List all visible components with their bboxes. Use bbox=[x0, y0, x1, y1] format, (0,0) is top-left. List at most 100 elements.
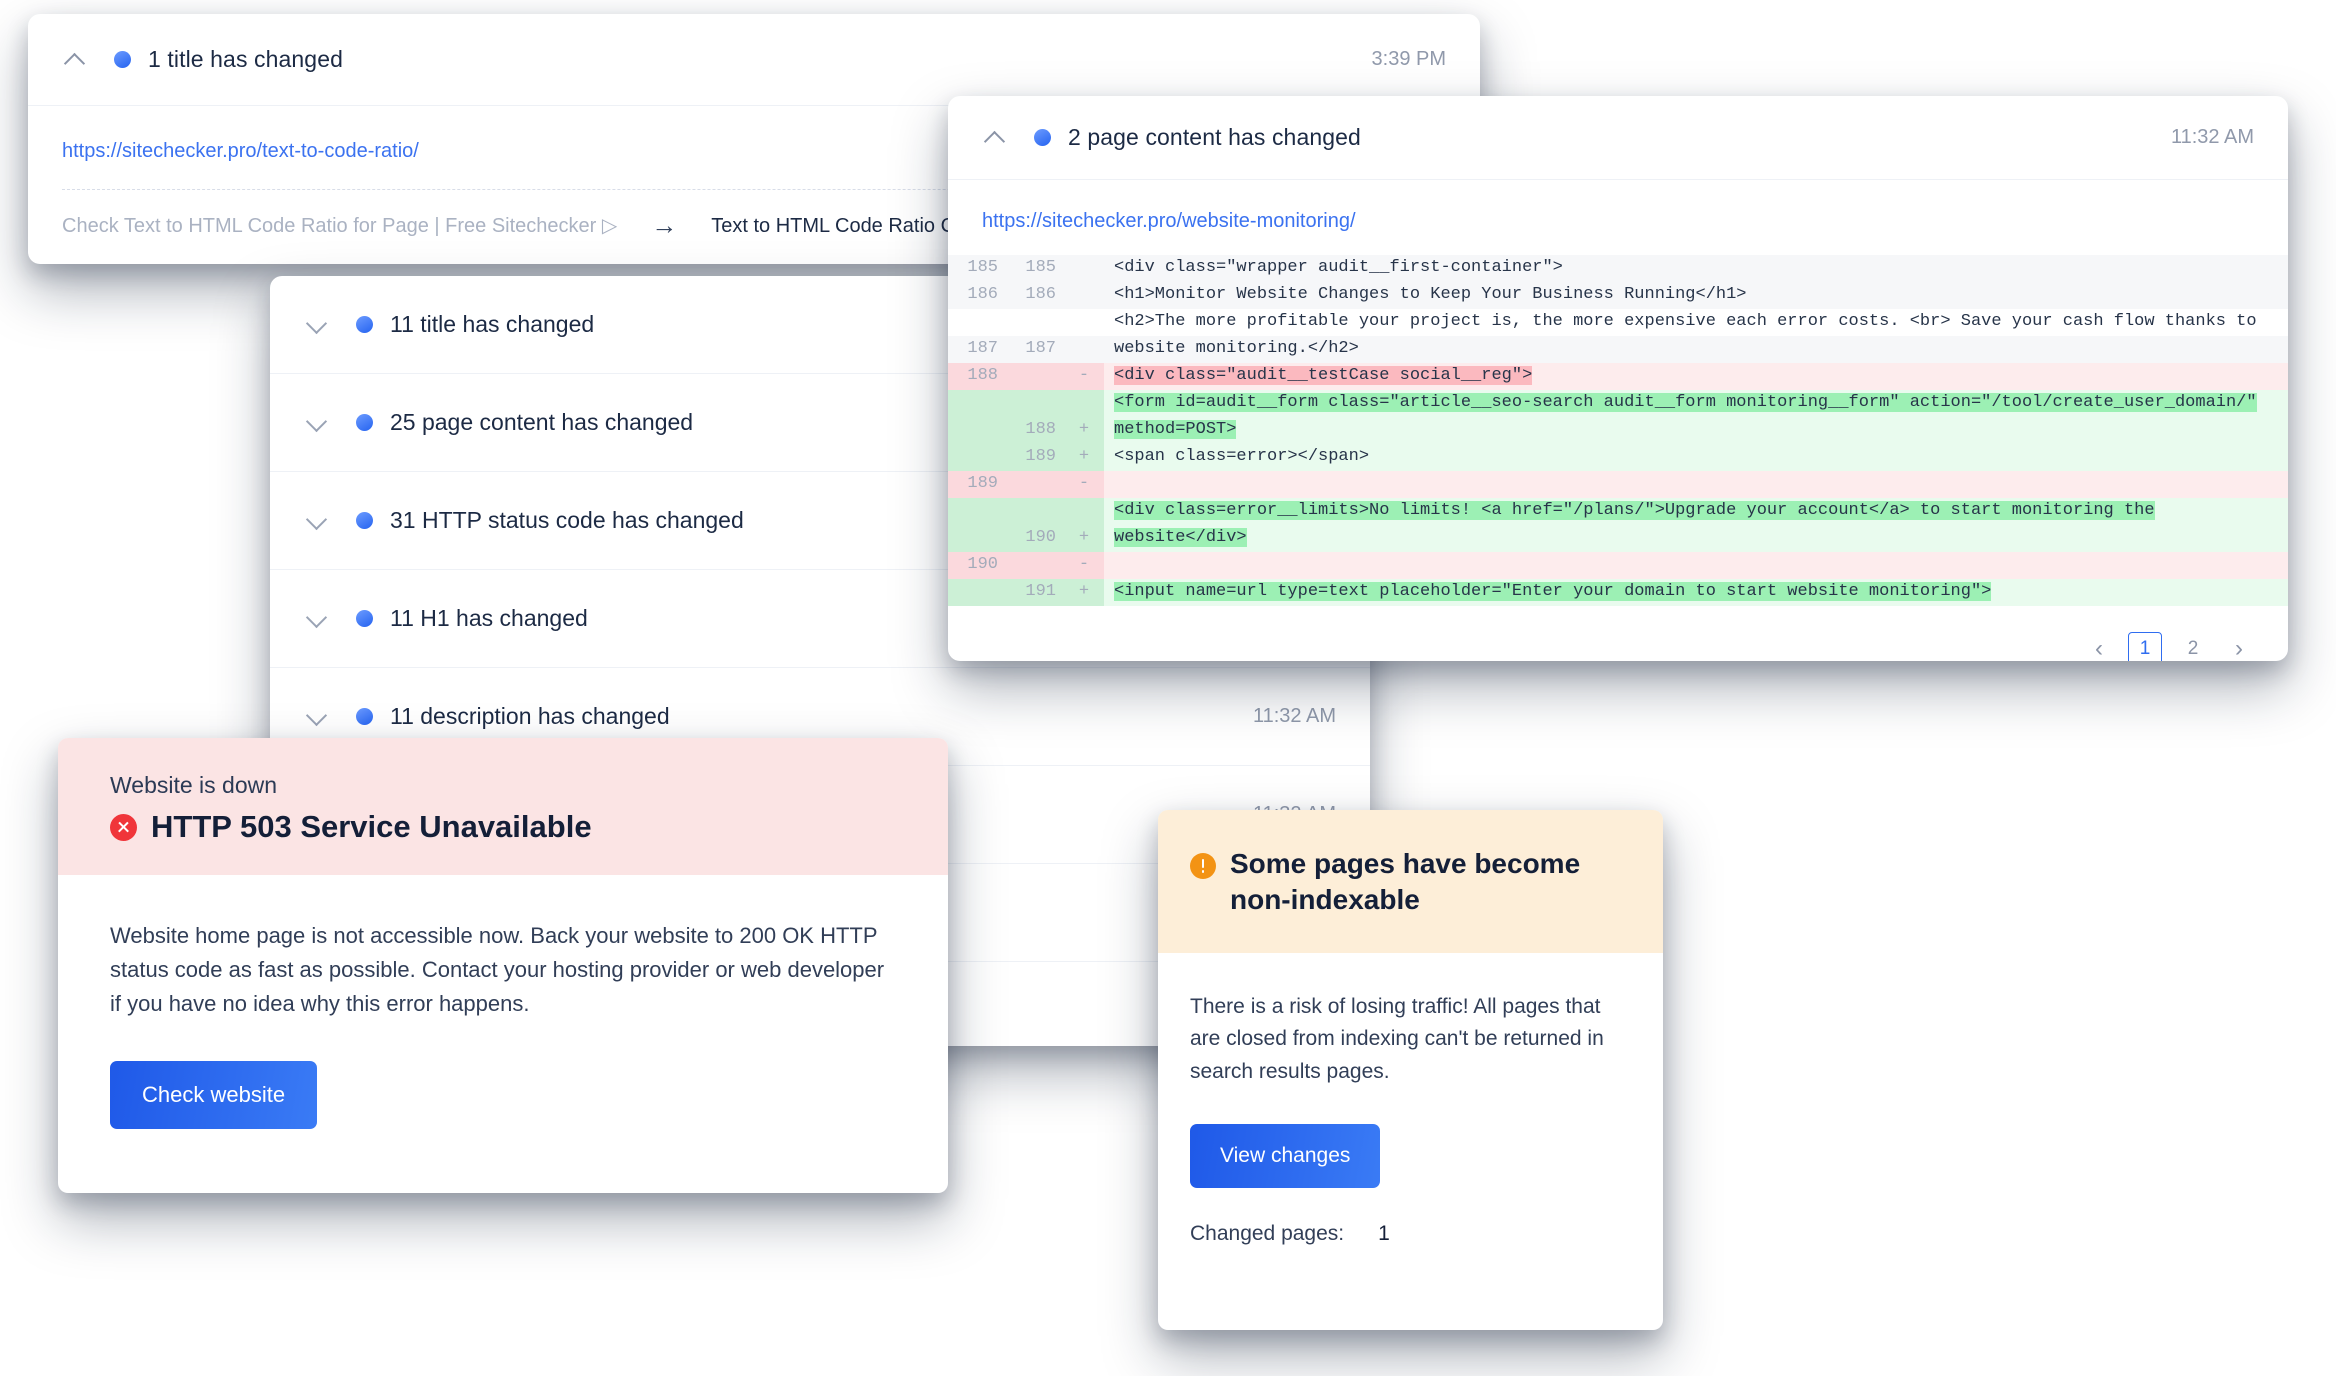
diff-new-line-number: 187 bbox=[1006, 336, 1064, 363]
diff-code-text: method=POST> bbox=[1104, 417, 2288, 444]
diff-old-line-number bbox=[948, 390, 1006, 417]
changed-pages-label: Changed pages: bbox=[1190, 1222, 1345, 1246]
chevron-down-icon[interactable] bbox=[304, 704, 330, 730]
alert-description: Website home page is not accessible now.… bbox=[110, 923, 885, 1017]
chevron-down-icon[interactable] bbox=[304, 312, 330, 338]
diff-sign bbox=[1064, 309, 1104, 336]
diff-highlight: <input name=url type=text placeholder="E… bbox=[1114, 582, 1992, 601]
diff-new-line-number: 185 bbox=[1006, 255, 1064, 282]
status-dot-icon bbox=[356, 708, 373, 725]
diff-code-text bbox=[1104, 471, 2288, 498]
diff-new-line-number bbox=[1006, 390, 1064, 417]
chevron-up-icon[interactable] bbox=[62, 47, 88, 73]
diff-line: <form id=audit__form class="article__seo… bbox=[948, 390, 2288, 417]
chevron-down-icon[interactable] bbox=[304, 606, 330, 632]
alert-header: Website is down HTTP 503 Service Unavail… bbox=[58, 738, 948, 875]
diff-line: 188 + method=POST> bbox=[948, 417, 2288, 444]
check-website-button[interactable]: Check website bbox=[110, 1061, 318, 1130]
status-dot-icon bbox=[356, 512, 373, 529]
diff-old-line-number: 185 bbox=[948, 255, 1006, 282]
list-item-label: 25 page content has changed bbox=[390, 409, 694, 435]
accordion-title: 1 title has changed bbox=[148, 46, 343, 72]
diff-sign bbox=[1064, 498, 1104, 525]
arrow-right-icon: → bbox=[651, 210, 678, 240]
alert-header: Some pages have become non-indexable bbox=[1158, 810, 1663, 953]
diff-code-text: <form id=audit__form class="article__seo… bbox=[1104, 390, 2288, 417]
diff-code-text bbox=[1104, 552, 2288, 579]
diff-line: 191 + <input name=url type=text placeholde… bbox=[948, 579, 2288, 606]
chevron-up-icon[interactable] bbox=[982, 125, 1008, 151]
accordion-header-title-changed[interactable]: 1 title has changed 3:39 PM bbox=[28, 14, 1480, 106]
alert-title: Some pages have become non-indexable bbox=[1230, 848, 1581, 916]
status-dot-icon bbox=[114, 51, 131, 68]
status-dot-icon bbox=[356, 316, 373, 333]
diff-sign bbox=[1064, 282, 1104, 309]
diff-new-line-number bbox=[1006, 498, 1064, 525]
view-changes-button[interactable]: View changes bbox=[1190, 1124, 1381, 1189]
list-item-time: 11:32 AM bbox=[1252, 705, 1336, 727]
diff-line: 189 - bbox=[948, 471, 2288, 498]
diff-sign: - bbox=[1064, 552, 1104, 579]
diff-line: 186 186 <h1>Monitor Website Changes to Kee… bbox=[948, 282, 2288, 309]
diff-sign: + bbox=[1064, 417, 1104, 444]
diff-new-line-number: 191 bbox=[1006, 579, 1064, 606]
accordion-timestamp: 11:32 AM bbox=[2170, 126, 2254, 148]
diff-line: <h2>The more profitable your project is,… bbox=[948, 309, 2288, 336]
diff-code-text: <input name=url type=text placeholder="E… bbox=[1104, 579, 2288, 606]
diff-old-line-number bbox=[948, 417, 1006, 444]
diff-highlight: website</div> bbox=[1114, 528, 1247, 547]
page-url-link[interactable]: https://sitechecker.pro/website-monitori… bbox=[982, 210, 1356, 232]
alert-body: Website home page is not accessible now.… bbox=[58, 875, 948, 1130]
screenshot-stage: 1 title has changed 3:39 PM https://site… bbox=[0, 0, 2336, 1376]
diff-highlight: <div class=error__limits>No limits! <a h… bbox=[1114, 501, 2155, 520]
alert-body: There is a risk of losing traffic! All p… bbox=[1158, 953, 1663, 1189]
code-diff-card: 2 page content has changed 11:32 AM http… bbox=[948, 96, 2288, 661]
diff-code-text: <span class=error></span> bbox=[1104, 444, 2288, 471]
diff-line: 187 187 website monitoring.</h2> bbox=[948, 336, 2288, 363]
code-diff-block: 185 185 <div class="wrapper audit__first-c… bbox=[948, 255, 2288, 606]
list-item-label: 11 H1 has changed bbox=[390, 605, 588, 631]
diff-sign bbox=[1064, 255, 1104, 282]
diff-new-line-number bbox=[1006, 471, 1064, 498]
diff-old-line-number bbox=[948, 525, 1006, 552]
status-dot-icon bbox=[356, 610, 373, 627]
diff-old-line-number bbox=[948, 579, 1006, 606]
diff-old-line-number bbox=[948, 498, 1006, 525]
pagination-prev-icon[interactable]: ‹ bbox=[2084, 634, 2114, 661]
accordion-timestamp: 3:39 PM bbox=[1371, 48, 1446, 70]
chevron-down-icon[interactable] bbox=[304, 508, 330, 534]
alert-kicker: Website is down bbox=[110, 772, 278, 798]
list-item-label: 31 HTTP status code has changed bbox=[390, 507, 744, 533]
diff-old-line-number: 189 bbox=[948, 471, 1006, 498]
pagination-page-2[interactable]: 2 bbox=[2176, 632, 2210, 661]
diff-old-line-number: 190 bbox=[948, 552, 1006, 579]
diff-old-line-number bbox=[948, 444, 1006, 471]
diff-sign: + bbox=[1064, 579, 1104, 606]
diff-code-text: <div class=error__limits>No limits! <a h… bbox=[1104, 498, 2288, 525]
accordion-title: 2 page content has changed bbox=[1068, 124, 1361, 150]
diff-line: <div class=error__limits>No limits! <a h… bbox=[948, 498, 2288, 525]
diff-highlight: <div class="audit__testCase social__reg"… bbox=[1114, 366, 1533, 385]
diff-old-line-number: 188 bbox=[948, 363, 1006, 390]
status-dot-icon bbox=[356, 414, 373, 431]
changed-pages-row: Changed pages: 1 bbox=[1158, 1188, 1663, 1246]
url-row: https://sitechecker.pro/website-monitori… bbox=[948, 180, 2288, 233]
diff-line: 189 + <span class=error></span> bbox=[948, 444, 2288, 471]
diff-old-line-number bbox=[948, 309, 1006, 336]
diff-code-text: <div class="wrapper audit__first-contain… bbox=[1104, 255, 2288, 282]
diff-line: 190 - bbox=[948, 552, 2288, 579]
diff-code-text: <div class="audit__testCase social__reg"… bbox=[1104, 363, 2288, 390]
alert-title-row: HTTP 503 Service Unavailable bbox=[110, 809, 896, 845]
diff-highlight: method=POST> bbox=[1114, 420, 1237, 439]
accordion-header-page-content[interactable]: 2 page content has changed 11:32 AM bbox=[948, 96, 2288, 180]
pagination-next-icon[interactable]: › bbox=[2224, 634, 2254, 661]
chevron-down-icon[interactable] bbox=[304, 410, 330, 436]
diff-new-line-number bbox=[1006, 363, 1064, 390]
pagination-page-1[interactable]: 1 bbox=[2128, 632, 2162, 661]
diff-sign: + bbox=[1064, 525, 1104, 552]
diff-sign: - bbox=[1064, 363, 1104, 390]
page-url-link[interactable]: https://sitechecker.pro/text-to-code-rat… bbox=[62, 140, 419, 162]
non-indexable-alert-card: Some pages have become non-indexable The… bbox=[1158, 810, 1663, 1330]
diff-sign bbox=[1064, 390, 1104, 417]
alert-title: HTTP 503 Service Unavailable bbox=[151, 809, 592, 844]
